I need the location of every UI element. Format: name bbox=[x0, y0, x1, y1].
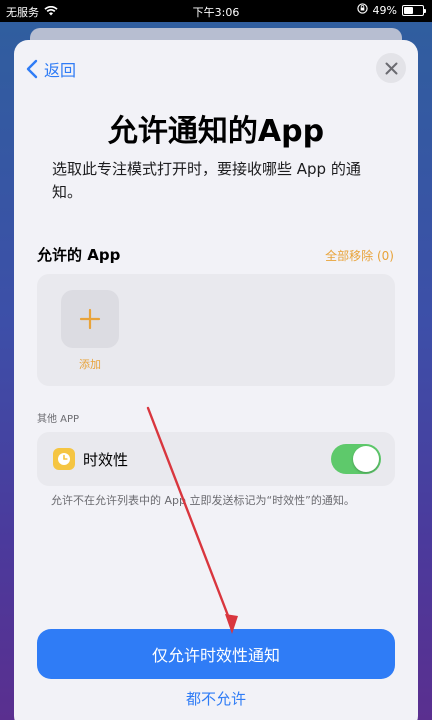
clock-icon bbox=[53, 448, 75, 470]
allowed-apps-header: 允许的 App 全部移除 (0) bbox=[37, 244, 394, 265]
time-sensitive-row: 时效性 bbox=[37, 432, 395, 486]
toggle-knob bbox=[353, 446, 379, 472]
status-bar: 无服务 下午3:06 49% bbox=[0, 0, 432, 22]
back-label: 返回 bbox=[44, 61, 77, 80]
page-title: 允许通知的App bbox=[107, 114, 325, 149]
time-sensitive-toggle[interactable] bbox=[331, 444, 381, 474]
allow-none-button[interactable]: 都不允许 bbox=[14, 688, 418, 709]
battery-fill bbox=[404, 6, 413, 14]
allowed-apps-title: 允许的 App bbox=[37, 246, 121, 264]
battery-percent: 49% bbox=[372, 3, 397, 17]
focus-apps-sheet: 返回 允许通知的App 选取此专注模式打开时，要接收哪些 App 的通知。 允许… bbox=[14, 40, 418, 720]
add-app-label: 添加 bbox=[79, 358, 101, 371]
chevron-left-icon bbox=[26, 59, 38, 79]
page-subtitle: 选取此专注模式打开时，要接收哪些 App 的通知。 bbox=[52, 160, 361, 201]
plus-icon bbox=[79, 308, 101, 330]
back-button[interactable]: 返回 bbox=[26, 57, 76, 81]
allow-time-sensitive-only-button[interactable]: 仅允许时效性通知 bbox=[37, 629, 395, 679]
close-button[interactable] bbox=[376, 53, 406, 83]
allowed-apps-card: 添加 bbox=[37, 274, 395, 386]
time-sensitive-footnote: 允许不在允许列表中的 App 立即发送标记为“时效性”的通知。 bbox=[51, 494, 355, 507]
close-icon bbox=[385, 62, 397, 74]
status-right: 49% bbox=[356, 3, 426, 17]
remove-all-button[interactable]: 全部移除 (0) bbox=[325, 247, 394, 264]
other-apps-label: 其他 APP bbox=[37, 414, 80, 425]
time-sensitive-label: 时效性 bbox=[83, 451, 129, 469]
battery-icon bbox=[402, 4, 426, 16]
orientation-lock-icon bbox=[356, 3, 368, 17]
add-app-button[interactable] bbox=[61, 290, 119, 348]
